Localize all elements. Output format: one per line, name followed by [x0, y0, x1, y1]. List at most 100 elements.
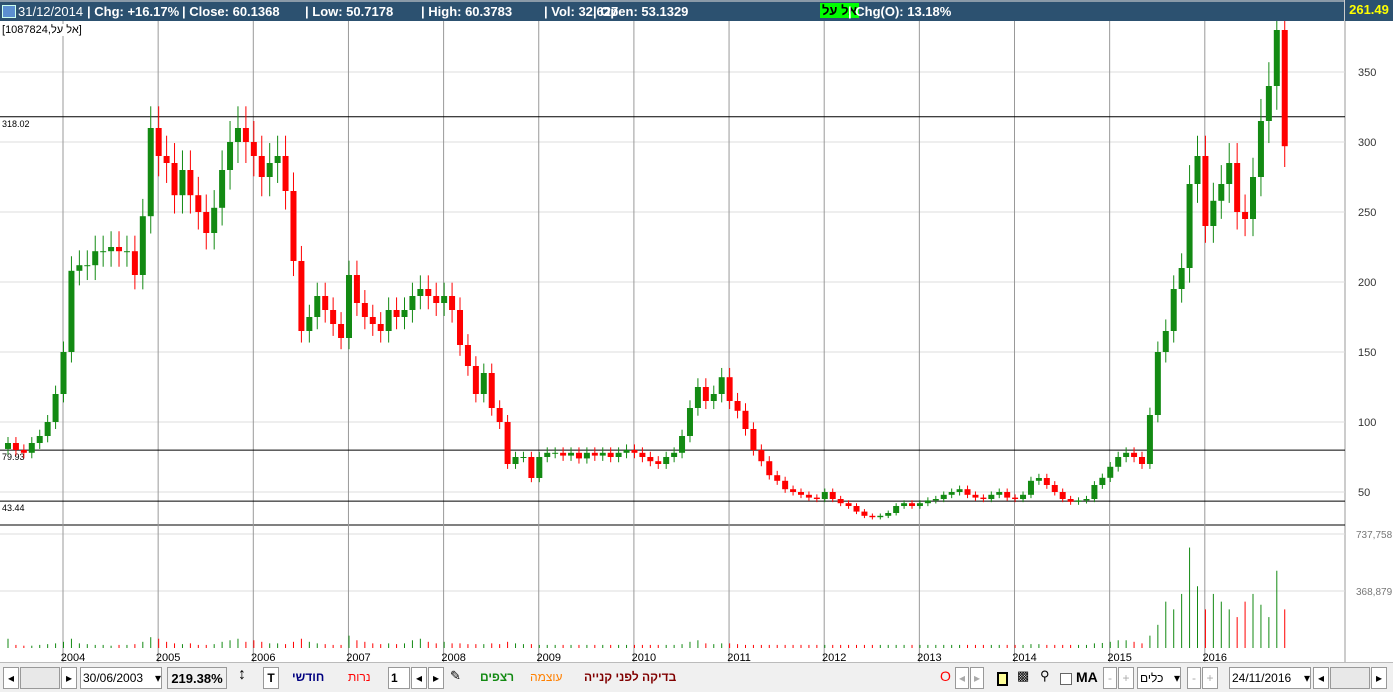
candle-body	[996, 492, 1003, 495]
bar-date: 31/12/2014	[18, 4, 84, 19]
horizontal-line-label: 43.44	[2, 503, 25, 513]
horizontal-scrollbar[interactable]	[20, 667, 60, 689]
o-button[interactable]: O	[940, 668, 951, 684]
ma-plus-button[interactable]: +	[1118, 667, 1134, 689]
color-box-icon[interactable]	[997, 672, 1008, 686]
plus-button[interactable]: +	[1202, 667, 1218, 689]
scroll-right-button[interactable]: ▸	[61, 667, 77, 689]
candle-body	[631, 450, 638, 453]
candle	[369, 304, 376, 336]
candle-body	[147, 128, 154, 217]
grid-icon[interactable]: ▩	[1017, 668, 1029, 684]
candles-button[interactable]: נרות	[348, 670, 371, 684]
candle-body	[171, 163, 178, 196]
chat-icon[interactable]	[2, 5, 16, 18]
candle	[1257, 98, 1264, 197]
step-down-button[interactable]: ◂	[411, 667, 427, 689]
candle	[385, 297, 392, 343]
candle	[266, 143, 273, 197]
candle	[1178, 253, 1185, 303]
candle-body	[449, 296, 456, 310]
candle-body	[345, 275, 352, 338]
eraser-icon[interactable]: ✎	[450, 668, 461, 684]
text-tool-button[interactable]: T	[263, 667, 279, 689]
end-date-picker[interactable]: 24/11/2016 ▾	[1229, 667, 1311, 689]
step-up-button[interactable]: ▸	[428, 667, 444, 689]
candle	[1051, 481, 1058, 496]
strength-button[interactable]: עוצמה	[530, 670, 563, 684]
ma-minus-button[interactable]: -	[1103, 667, 1117, 689]
candle-body	[750, 429, 757, 450]
candle	[472, 356, 479, 403]
candle	[560, 447, 567, 461]
pre-buy-check-button[interactable]: בדיקה לפני קנייה	[584, 670, 676, 684]
candle-body	[821, 492, 828, 499]
candle	[536, 451, 543, 483]
candle-body	[655, 461, 662, 464]
candle	[861, 509, 868, 519]
candle-body	[528, 457, 535, 478]
candle-body	[679, 436, 686, 453]
candle-body	[330, 310, 337, 324]
next-button[interactable]: ▸	[970, 667, 984, 689]
price-chart[interactable]: 50 100 150 200 250 300 350 737,758 368,879 2004 20…	[0, 21, 1393, 662]
candle	[1020, 491, 1027, 503]
chevron-down-icon: ▾	[154, 671, 161, 685]
candle	[306, 304, 313, 343]
candle-body	[710, 394, 717, 401]
binoculars-icon[interactable]: ⚲	[1040, 668, 1050, 684]
ma-checkbox[interactable]	[1060, 673, 1072, 685]
candle-body	[353, 275, 360, 303]
candle-body	[782, 480, 789, 490]
horizontal-scrollbar-2[interactable]	[1330, 667, 1370, 689]
candle	[1146, 407, 1153, 469]
candle	[84, 250, 91, 281]
high: | High: 60.3783	[421, 4, 513, 19]
monthly-button[interactable]: חודשי	[292, 670, 324, 684]
vertical-resize-icon[interactable]: ↕	[238, 666, 246, 684]
candle	[449, 282, 456, 323]
candle	[647, 451, 654, 467]
candle-body	[829, 492, 836, 499]
minus-button[interactable]: -	[1187, 667, 1201, 689]
step-input[interactable]: 1	[388, 667, 410, 689]
candle-body	[1115, 457, 1122, 467]
candle-body	[1035, 478, 1042, 481]
candle	[1099, 473, 1106, 489]
candle-body	[258, 156, 265, 177]
candle-body	[909, 503, 916, 506]
candle-body	[1210, 200, 1217, 226]
continuous-button[interactable]: רצפים	[480, 670, 514, 684]
candle	[211, 190, 218, 250]
candle	[361, 290, 368, 330]
candle	[116, 231, 123, 267]
candle	[131, 235, 138, 290]
candle-body	[956, 489, 963, 492]
scroll-left-button[interactable]: ◂	[3, 667, 19, 689]
candle-body	[5, 443, 11, 449]
candle	[1115, 451, 1122, 472]
candle-body	[1194, 156, 1201, 184]
candle-body	[552, 452, 559, 454]
candle-body	[369, 317, 376, 324]
candle	[671, 447, 678, 463]
candle	[1083, 495, 1090, 504]
candle-body	[1091, 485, 1098, 499]
candle	[393, 297, 400, 330]
candle	[528, 451, 535, 483]
candle-body	[68, 270, 75, 352]
change: | Chg: +16.17%	[87, 4, 180, 19]
volume-tick-label: 368,879	[1356, 587, 1393, 598]
tools-dropdown[interactable]: כלים ▾	[1137, 667, 1181, 689]
start-date-picker[interactable]: 30/06/2003 ▾	[80, 667, 162, 689]
candle-body	[250, 142, 257, 156]
scroll-left-button-2[interactable]: ◂	[1313, 667, 1329, 689]
prev-button[interactable]: ◂	[955, 667, 969, 689]
candle-body	[496, 408, 503, 422]
candle-body	[972, 494, 979, 498]
scroll-right-button-2[interactable]: ▸	[1371, 667, 1387, 689]
candle-body	[1162, 331, 1169, 352]
candle	[1067, 495, 1074, 505]
candle	[227, 121, 234, 190]
candle-body	[766, 461, 773, 476]
